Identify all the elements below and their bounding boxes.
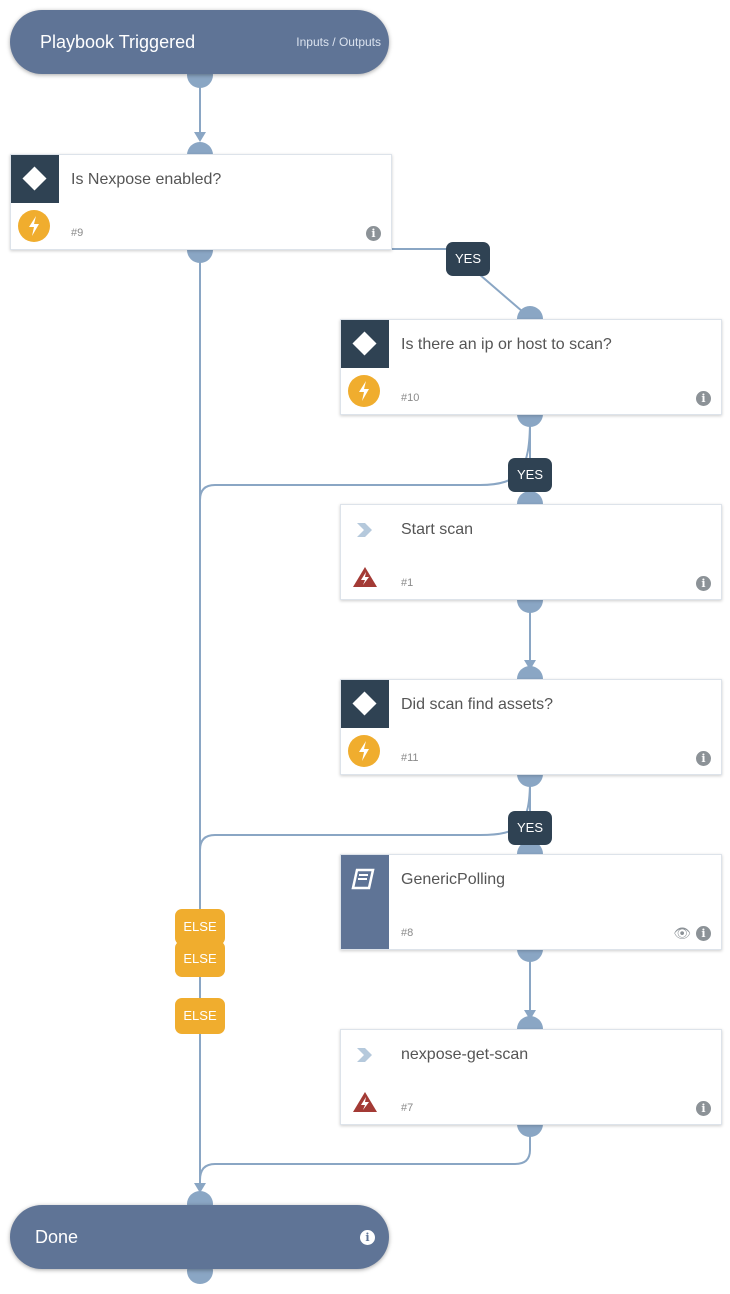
task-11[interactable]: Did scan find assets? #11 i: [340, 679, 722, 775]
start-node[interactable]: Playbook Triggered Inputs / Outputs: [10, 10, 389, 74]
condition-icon-box: [11, 155, 59, 203]
task-8[interactable]: GenericPolling #8 👁 i: [340, 854, 722, 950]
edge-7-to-done: [199, 1123, 531, 1190]
else-badge: ELSE: [175, 941, 225, 977]
eye-icon[interactable]: 👁: [673, 925, 691, 942]
task-number: #9: [71, 227, 84, 239]
edge-10-else-to-done: [199, 419, 531, 501]
task-title: GenericPolling: [401, 871, 506, 888]
task-title: Start scan: [401, 521, 474, 538]
bolt-icon: [348, 735, 380, 767]
info-icon[interactable]: i: [366, 226, 381, 241]
info-icon[interactable]: i: [696, 1101, 711, 1116]
task-title: Did scan find assets?: [401, 696, 554, 713]
warning-bolt-icon: [353, 1092, 377, 1112]
command-chevron-icon: [357, 1048, 372, 1062]
task-1[interactable]: Start scan #1 i: [340, 504, 722, 600]
warning-bolt-icon: [353, 567, 377, 587]
book-icon: [351, 868, 375, 890]
else-badge: ELSE: [175, 909, 225, 945]
info-icon[interactable]: i: [696, 751, 711, 766]
task-number: #8: [401, 927, 414, 939]
diamond-icon: [352, 331, 377, 356]
start-title: Playbook Triggered: [40, 32, 196, 52]
info-icon[interactable]: i: [696, 576, 711, 591]
yes-badge: YES: [508, 811, 552, 845]
info-icon[interactable]: i: [696, 391, 711, 406]
task-9[interactable]: Is Nexpose enabled? #9 i: [10, 154, 392, 250]
task-number: #10: [401, 392, 420, 404]
task-title: Is there an ip or host to scan?: [401, 336, 612, 353]
task-7[interactable]: nexpose-get-scan #7 i: [340, 1029, 722, 1125]
playbook-icon-box: [341, 855, 389, 949]
task-number: #11: [401, 752, 419, 764]
task-number: #7: [401, 1102, 414, 1114]
end-node[interactable]: Done i: [10, 1205, 389, 1269]
else-badge: ELSE: [175, 998, 225, 1034]
condition-icon-box: [341, 320, 389, 368]
arrowhead: [194, 132, 206, 142]
command-chevron-icon: [357, 523, 372, 537]
info-icon[interactable]: i: [696, 926, 711, 941]
task-title: Is Nexpose enabled?: [71, 171, 222, 188]
inputs-outputs-link[interactable]: Inputs / Outputs: [296, 35, 381, 49]
task-title: nexpose-get-scan: [401, 1046, 529, 1063]
diamond-icon: [352, 691, 377, 716]
info-icon[interactable]: i: [360, 1230, 375, 1245]
edge-11-else-to-done: [199, 779, 531, 851]
bolt-icon: [18, 210, 50, 242]
yes-badge: YES: [508, 458, 552, 492]
yes-badge: YES: [446, 242, 490, 276]
end-title: Done: [35, 1227, 79, 1247]
condition-icon-box: [341, 680, 389, 728]
task-10[interactable]: Is there an ip or host to scan? #10 i: [340, 319, 722, 415]
bolt-icon: [348, 375, 380, 407]
task-number: #1: [401, 577, 414, 589]
diamond-icon: [22, 166, 47, 191]
